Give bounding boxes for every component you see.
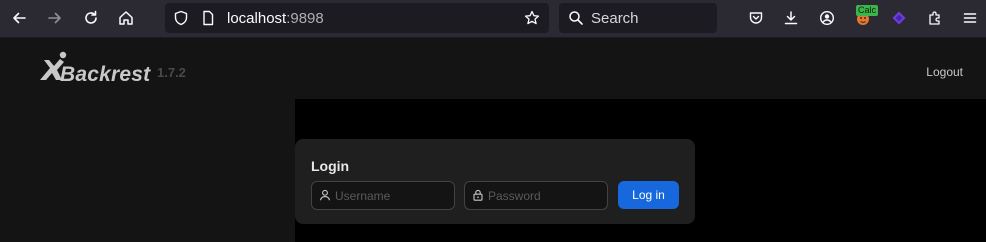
download-icon — [784, 11, 798, 25]
back-button[interactable] — [5, 4, 33, 32]
menu-button[interactable] — [956, 4, 984, 32]
lock-icon — [473, 189, 483, 201]
username-input[interactable] — [335, 182, 447, 209]
logo-text: Backrest — [60, 63, 151, 86]
login-card: Login Log in — [295, 139, 695, 224]
login-title: Login — [311, 158, 350, 174]
account-icon — [819, 10, 835, 26]
home-icon — [119, 11, 133, 25]
search-icon — [569, 11, 583, 25]
home-button[interactable] — [112, 4, 140, 32]
shield-icon[interactable] — [173, 10, 189, 26]
password-field[interactable] — [464, 181, 608, 210]
page-icon[interactable] — [200, 10, 216, 26]
downloads-button[interactable] — [777, 4, 805, 32]
purple-extension-button[interactable] — [885, 4, 913, 32]
password-input[interactable] — [488, 182, 600, 209]
pocket-icon — [749, 12, 763, 24]
reload-icon — [85, 10, 97, 24]
sidebar — [0, 99, 295, 242]
url-host: localhost — [227, 10, 287, 27]
username-field[interactable] — [311, 181, 455, 210]
account-button[interactable] — [813, 4, 841, 32]
url-port: :9898 — [286, 10, 324, 27]
login-button[interactable]: Log in — [618, 181, 679, 209]
url-text[interactable]: localhost:9898 — [227, 10, 324, 27]
forward-icon — [48, 12, 61, 24]
back-icon — [13, 12, 26, 24]
pocket-button[interactable] — [742, 4, 770, 32]
search-placeholder: Search — [591, 10, 639, 27]
browser-toolbar: localhost:9898 Search Calc — [0, 0, 986, 38]
search-bar[interactable]: Search — [559, 3, 717, 33]
user-icon — [319, 189, 331, 201]
app-header: Backrest 1.7.2 Logout — [0, 38, 986, 99]
logout-link[interactable]: Logout — [926, 65, 963, 79]
url-bar[interactable]: localhost:9898 — [165, 3, 549, 33]
app-version: 1.7.2 — [157, 65, 186, 80]
extensions-icon — [929, 11, 940, 25]
extension-badge: Calc — [856, 5, 879, 16]
extensions-button[interactable] — [921, 4, 949, 32]
bookmark-star-icon[interactable] — [524, 10, 540, 26]
purple-extension-icon — [892, 11, 906, 25]
menu-icon — [963, 13, 977, 23]
reload-button[interactable] — [77, 4, 105, 32]
forward-button[interactable] — [41, 4, 69, 32]
